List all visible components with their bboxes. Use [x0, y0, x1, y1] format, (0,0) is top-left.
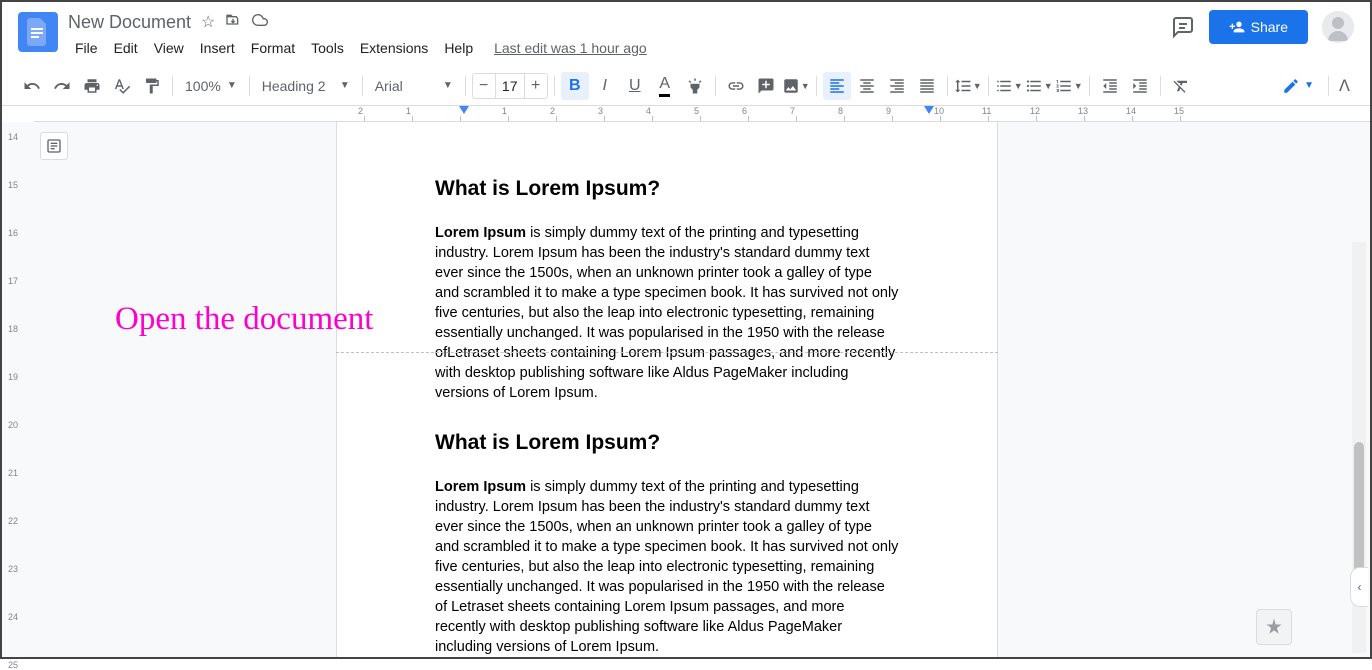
explore-button[interactable] — [1256, 609, 1292, 645]
menu-view[interactable]: View — [147, 36, 191, 60]
paint-format-button[interactable] — [138, 72, 166, 100]
align-center-button[interactable] — [853, 72, 881, 100]
line-spacing-button[interactable]: ▼ — [954, 72, 982, 100]
menu-help[interactable]: Help — [437, 36, 480, 60]
document-title[interactable]: New Document — [68, 12, 191, 33]
share-button[interactable]: Share — [1209, 10, 1308, 44]
collapse-toolbar-button[interactable]: ᐱ — [1335, 72, 1354, 100]
increase-indent-button[interactable] — [1126, 72, 1154, 100]
heading[interactable]: What is Lorem Ipsum? — [435, 177, 899, 201]
numbered-list-button[interactable]: ▼ — [1055, 72, 1083, 100]
insert-image-button[interactable]: ▼ — [782, 72, 810, 100]
person-add-icon — [1229, 19, 1245, 35]
horizontal-ruler[interactable]: 21123456789101112131415 — [34, 106, 1370, 122]
clear-formatting-button[interactable] — [1167, 72, 1195, 100]
font-size-input[interactable]: 17 — [495, 74, 525, 98]
checklist-button[interactable]: ▼ — [995, 72, 1023, 100]
toolbar: 100%▼ Heading 2▼ Arial▼ − 17 + B I U A ▼… — [2, 66, 1370, 106]
spellcheck-button[interactable] — [108, 72, 136, 100]
highlight-button[interactable] — [681, 72, 709, 100]
menu-extensions[interactable]: Extensions — [353, 36, 435, 60]
right-indent-marker[interactable] — [924, 106, 934, 114]
font-size-decrease[interactable]: − — [473, 74, 495, 98]
last-edit-link[interactable]: Last edit was 1 hour ago — [494, 40, 647, 56]
insert-link-button[interactable] — [722, 72, 750, 100]
vertical-ruler[interactable]: 141516171819202122232425 — [2, 122, 34, 657]
undo-button[interactable] — [18, 72, 46, 100]
docs-logo[interactable] — [18, 12, 58, 52]
comment-history-icon[interactable] — [1171, 15, 1195, 39]
print-button[interactable] — [78, 72, 106, 100]
bold-button[interactable]: B — [561, 72, 589, 100]
left-indent-marker[interactable] — [459, 106, 469, 114]
account-avatar[interactable] — [1322, 11, 1354, 43]
side-panel-toggle[interactable]: ‹ — [1350, 567, 1368, 607]
underline-button[interactable]: U — [621, 72, 649, 100]
font-size-increase[interactable]: + — [525, 74, 547, 98]
add-comment-button[interactable] — [752, 72, 780, 100]
share-label: Share — [1251, 19, 1288, 35]
heading[interactable]: What is Lorem Ipsum? — [435, 431, 899, 455]
paragraph[interactable]: Lorem Ipsum is simply dummy text of the … — [435, 223, 899, 403]
move-icon[interactable] — [225, 12, 241, 32]
decrease-indent-button[interactable] — [1096, 72, 1124, 100]
align-right-button[interactable] — [883, 72, 911, 100]
menu-tools[interactable]: Tools — [304, 36, 351, 60]
align-left-button[interactable] — [823, 72, 851, 100]
styles-dropdown[interactable]: Heading 2▼ — [256, 72, 356, 100]
menu-file[interactable]: File — [68, 36, 105, 60]
italic-button[interactable]: I — [591, 72, 619, 100]
menu-format[interactable]: Format — [244, 36, 302, 60]
star-icon[interactable]: ☆ — [201, 12, 215, 32]
redo-button[interactable] — [48, 72, 76, 100]
bulleted-list-button[interactable]: ▼ — [1025, 72, 1053, 100]
zoom-dropdown[interactable]: 100%▼ — [179, 72, 243, 100]
menu-insert[interactable]: Insert — [193, 36, 242, 60]
paragraph[interactable]: Lorem Ipsum is simply dummy text of the … — [435, 477, 899, 657]
cloud-status-icon[interactable] — [251, 12, 269, 32]
align-justify-button[interactable] — [913, 72, 941, 100]
document-page[interactable]: What is Lorem Ipsum? Lorem Ipsum is simp… — [336, 122, 998, 657]
text-color-button[interactable]: A — [651, 72, 679, 100]
editing-mode-button[interactable]: ▼ — [1274, 72, 1322, 100]
font-dropdown[interactable]: Arial▼ — [369, 72, 459, 100]
page-break-indicator — [336, 352, 998, 353]
menu-edit[interactable]: Edit — [107, 36, 145, 60]
